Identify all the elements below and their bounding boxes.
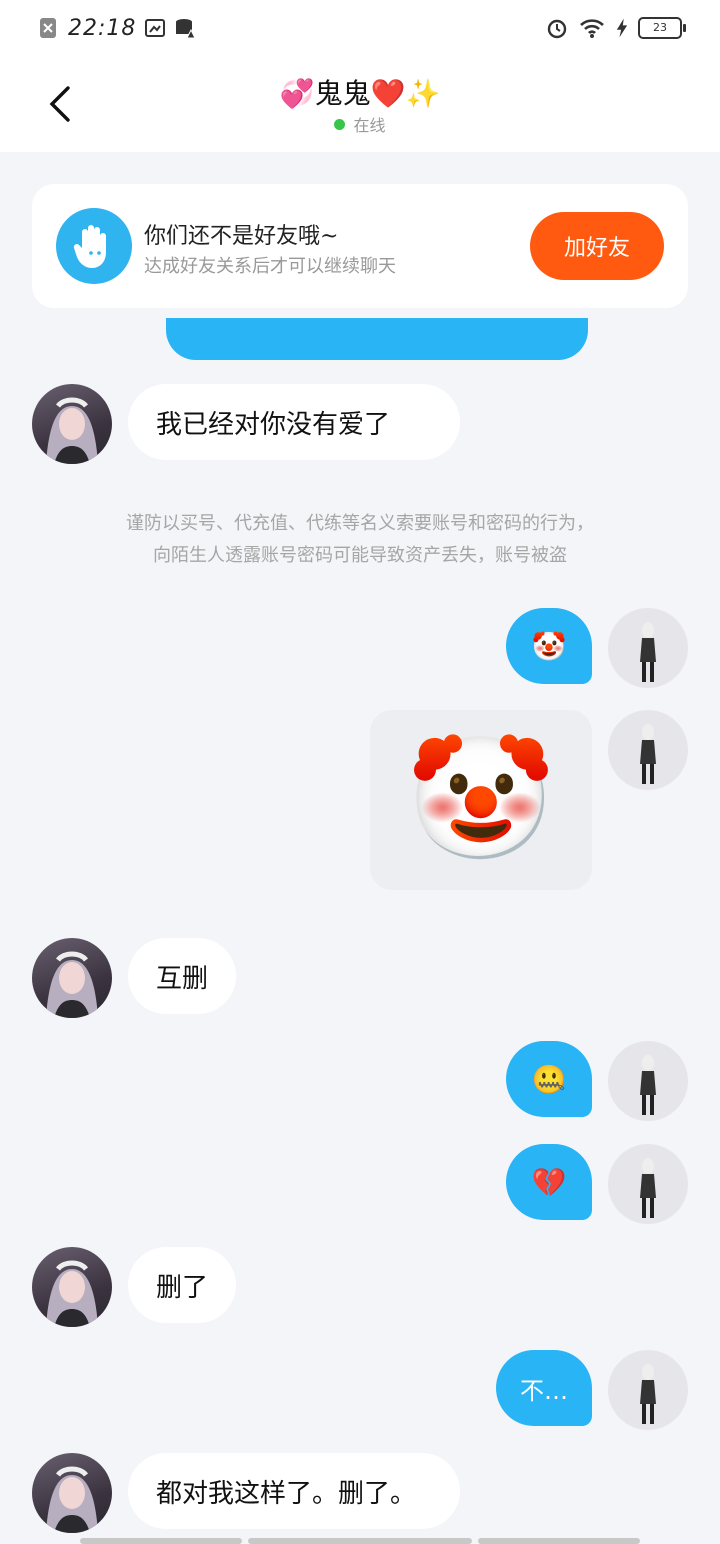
clown-sticker: 🤡 [406, 730, 556, 869]
status-bar: 22:18 23 [0, 0, 720, 56]
close-notification-icon [40, 18, 56, 38]
security-warning: 谨防以买号、代充值、代练等名义索要账号和密码的行为， 向陌生人透露账号密码可能导… [40, 508, 680, 572]
message-bubble-sent[interactable]: 🤡 [506, 608, 592, 684]
add-friend-button[interactable]: 加好友 [530, 212, 664, 280]
contact-avatar[interactable] [32, 384, 112, 464]
hand-wave-icon [56, 208, 132, 284]
status-right: 23 [546, 14, 686, 42]
wifi-icon [580, 19, 604, 38]
screenshot-icon [145, 19, 166, 37]
contact-avatar[interactable] [32, 1247, 112, 1327]
online-status: 在线 [0, 112, 720, 136]
banner-subtitle: 达成好友关系后才可以继续聊天 [144, 256, 396, 277]
sticker-message[interactable]: 🤡 [370, 710, 592, 890]
my-avatar[interactable] [608, 710, 688, 790]
title-prefix-emoji: 💞 [279, 77, 315, 110]
warning-line-2: 向陌生人透露账号密码可能导致资产丢失，账号被盗 [153, 545, 567, 566]
status-left: 22:18 [38, 14, 197, 42]
message-bubble-received[interactable]: 删了 [128, 1247, 236, 1323]
alarm-icon [547, 19, 567, 39]
chat-title: 💞鬼鬼❤️✨ [0, 72, 720, 112]
contact-avatar[interactable] [32, 1453, 112, 1533]
message-bubble-sent[interactable]: 不… [496, 1350, 592, 1426]
my-avatar[interactable] [608, 1144, 688, 1224]
title-suffix-emoji: ❤️✨ [370, 77, 441, 110]
message-bubble-sent[interactable]: 🤐 [506, 1041, 592, 1117]
nav-gesture-bar [80, 1538, 242, 1544]
online-status-label: 在线 [353, 116, 386, 135]
message-bubble-sent[interactable]: 💔 [506, 1144, 592, 1220]
warning-line-1: 谨防以买号、代充值、代练等名义索要账号和密码的行为， [126, 513, 594, 534]
my-avatar[interactable] [608, 608, 688, 688]
my-avatar[interactable] [608, 1041, 688, 1121]
status-time: 22:18 [68, 15, 137, 41]
hidden-card-peek [166, 318, 588, 360]
banner-title: 你们还不是好友哦~ [144, 224, 339, 249]
battery-indicator: 23 [638, 17, 686, 39]
contact-avatar[interactable] [32, 938, 112, 1018]
online-dot-icon [334, 118, 346, 130]
nav-gesture-bar [478, 1538, 640, 1544]
chat-header: 💞鬼鬼❤️✨ 在线 [0, 56, 720, 152]
message-bubble-received[interactable]: 互删 [128, 938, 236, 1014]
not-friend-banner: 你们还不是好友哦~ 达成好友关系后才可以继续聊天 加好友 [32, 184, 688, 308]
message-bubble-received[interactable]: 都对我这样了。删了。 [128, 1453, 460, 1529]
data-warning-icon [176, 19, 197, 39]
message-bubble-received[interactable]: 我已经对你没有爱了 [128, 384, 460, 460]
contact-name: 鬼鬼 [314, 77, 371, 110]
charging-icon [616, 18, 628, 38]
my-avatar[interactable] [608, 1350, 688, 1430]
nav-gesture-bar [248, 1538, 472, 1544]
